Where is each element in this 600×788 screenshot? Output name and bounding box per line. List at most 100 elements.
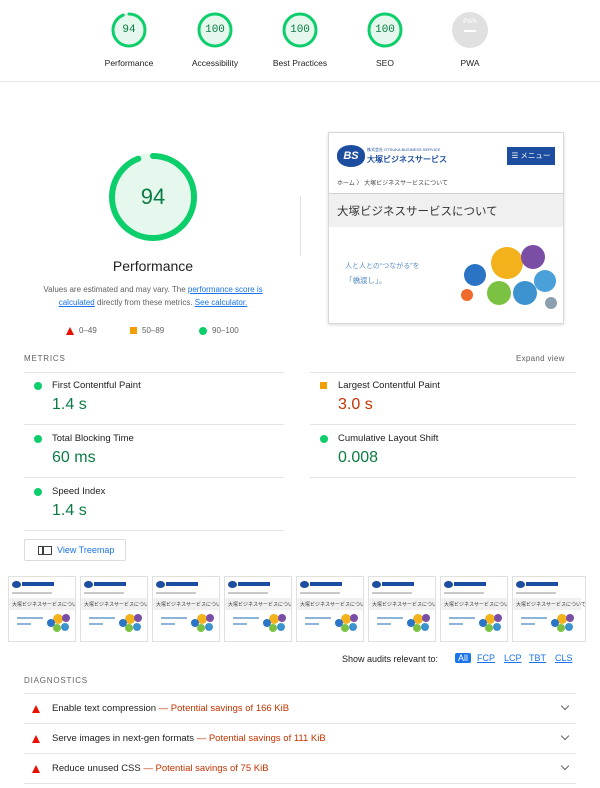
metric-tbt: Total Blocking Time 60 ms bbox=[24, 429, 284, 481]
frame-headline: 大塚ビジネスサービスについて bbox=[84, 602, 148, 608]
pwa-badge-icon: PWA bbox=[452, 12, 488, 48]
fail-triangle-icon bbox=[32, 735, 40, 743]
divider bbox=[24, 372, 284, 373]
category-label: PWA bbox=[460, 58, 480, 68]
frame-headline: 大塚ビジネスサービスについて bbox=[516, 602, 586, 608]
site-logo: BS 株式会社 OTSUKA BUSINESS SERVICE 大塚ビジネスサー… bbox=[337, 145, 449, 167]
see-calculator-link[interactable]: See calculator. bbox=[195, 298, 247, 307]
page-headline-band: 大塚ビジネスサービスについて bbox=[329, 193, 563, 227]
audit-filter-label: Show audits relevant to: bbox=[342, 654, 439, 664]
metric-value: 1.4 s bbox=[52, 396, 87, 413]
menu-button: ☰ メニュー bbox=[507, 147, 555, 165]
filter-chip-tbt[interactable]: TBT bbox=[529, 653, 546, 663]
pass-circle-icon bbox=[34, 382, 42, 390]
metric-lcp: Largest Contentful Paint 3.0 s bbox=[310, 376, 570, 428]
metric-title: Total Blocking Time bbox=[52, 433, 134, 444]
score-value: 100 bbox=[205, 24, 225, 36]
divider bbox=[24, 530, 284, 531]
audit-row-next-gen-images[interactable]: Serve images in next-gen formats — Poten… bbox=[24, 724, 576, 754]
gauge-best-practices[interactable]: 100 Best Practices bbox=[260, 12, 340, 68]
fail-triangle-icon bbox=[66, 326, 74, 335]
gauge-seo[interactable]: 100 SEO bbox=[345, 12, 425, 68]
pass-circle-icon bbox=[199, 326, 207, 335]
frame-headline: 大塚ビジネスサービスについて bbox=[444, 602, 508, 608]
audit-name: Reduce unused CSS bbox=[52, 763, 141, 774]
divider bbox=[310, 477, 576, 478]
logo-mark: BS bbox=[337, 145, 365, 167]
metric-fcp: First Contentful Paint 1.4 s bbox=[24, 376, 284, 428]
audit-row-text-compression[interactable]: Enable text compression — Potential savi… bbox=[24, 694, 576, 724]
diagnostics-heading: DIAGNOSTICS bbox=[24, 676, 88, 685]
logo-subtitle: 株式会社 OTSUKA BUSINESS SERVICE bbox=[367, 147, 441, 152]
pass-circle-icon bbox=[320, 435, 328, 443]
audit-name: Enable text compression bbox=[52, 703, 157, 714]
score-ring: 100 bbox=[367, 12, 403, 48]
legend-fail: 0–49 bbox=[66, 326, 97, 335]
legend-range: 90–100 bbox=[212, 326, 239, 335]
category-summary-bar: 94 Performance 100 Accessibility 100 Bes… bbox=[0, 0, 600, 82]
audit-title: Enable text compression — Potential savi… bbox=[52, 703, 289, 714]
chevron-down-icon[interactable] bbox=[560, 731, 570, 741]
gauge-accessibility[interactable]: 100 Accessibility bbox=[175, 12, 255, 68]
divider bbox=[310, 372, 576, 373]
audit-name: Serve images in next-gen formats bbox=[52, 733, 195, 744]
metric-value: 60 ms bbox=[52, 449, 96, 466]
audit-savings: — Potential savings of 166 KiB bbox=[158, 703, 290, 714]
performance-title: Performance bbox=[112, 258, 194, 274]
metric-cls: Cumulative Layout Shift 0.008 bbox=[310, 429, 570, 481]
filter-chip-all[interactable]: All bbox=[455, 653, 472, 663]
legend-range: 50–89 bbox=[142, 326, 165, 335]
breadcrumb: ホーム 〉 大塚ビジネスサービスについて bbox=[337, 181, 448, 187]
divider bbox=[300, 196, 301, 256]
final-screenshot[interactable]: BS 株式会社 OTSUKA BUSINESS SERVICE 大塚ビジネスサー… bbox=[328, 132, 564, 324]
filmstrip-frame: 大塚ビジネスサービスについて bbox=[368, 576, 436, 642]
divider bbox=[310, 424, 576, 425]
filmstrip-frame: 大塚ビジネスサービスについて bbox=[296, 576, 364, 642]
treemap-label: View Treemap bbox=[57, 545, 115, 555]
frame-headline: 大塚ビジネスサービスについて bbox=[12, 602, 76, 608]
treemap-icon bbox=[38, 546, 52, 555]
gauge-performance[interactable]: 94 Performance bbox=[89, 12, 169, 68]
filmstrip-frame: 大塚ビジネスサービスについて bbox=[8, 576, 76, 642]
category-label: Accessibility bbox=[191, 58, 239, 68]
audit-row-unused-css[interactable]: Reduce unused CSS — Potential savings of… bbox=[24, 754, 576, 784]
metric-value: 3.0 s bbox=[338, 396, 373, 413]
filter-chip-lcp[interactable]: LCP bbox=[504, 653, 522, 663]
filmstrip-frame: 大塚ビジネスサービスについて bbox=[152, 576, 220, 642]
legend-range: 0–49 bbox=[79, 326, 97, 335]
tagline-line-1: 人と人との“つながる”を bbox=[345, 263, 420, 270]
performance-description: Values are estimated and may vary. The p… bbox=[30, 284, 276, 309]
divider bbox=[24, 424, 284, 425]
pass-circle-icon bbox=[34, 435, 42, 443]
metric-title: Cumulative Layout Shift bbox=[338, 433, 439, 444]
gauge-pwa[interactable]: PWA PWA bbox=[430, 12, 510, 68]
metric-title: First Contentful Paint bbox=[52, 380, 141, 391]
metric-speed-index: Speed Index 1.4 s bbox=[24, 482, 284, 534]
fail-triangle-icon bbox=[32, 705, 40, 713]
frame-headline: 大塚ビジネスサービスについて bbox=[228, 602, 292, 608]
frame-headline: 大塚ビジネスサービスについて bbox=[372, 602, 436, 608]
chevron-down-icon[interactable] bbox=[560, 701, 570, 711]
average-square-icon bbox=[130, 327, 137, 334]
filmstrip: 大塚ビジネスサービスについて 大塚ビジネスサービスについて 大塚ビジネスサービス… bbox=[8, 576, 586, 642]
score-value: 100 bbox=[375, 24, 395, 36]
chevron-down-icon[interactable] bbox=[560, 761, 570, 771]
average-square-icon bbox=[320, 382, 327, 389]
page-headline: 大塚ビジネスサービスについて bbox=[337, 206, 498, 218]
view-treemap-button[interactable]: View Treemap bbox=[24, 539, 126, 561]
legend-pass: 90–100 bbox=[199, 326, 239, 335]
filter-chip-cls[interactable]: CLS bbox=[555, 653, 573, 663]
score-ring: 94 bbox=[111, 12, 147, 48]
filmstrip-frame: 大塚ビジネスサービスについて bbox=[512, 576, 586, 642]
metric-value: 0.008 bbox=[338, 449, 379, 466]
filter-chip-fcp[interactable]: FCP bbox=[477, 653, 495, 663]
tagline-line-2: 「橋渡し」。 bbox=[345, 276, 387, 285]
pwa-badge-text: PWA bbox=[463, 19, 477, 25]
expand-view-toggle[interactable]: Expand view bbox=[516, 354, 565, 363]
metric-title: Speed Index bbox=[52, 486, 106, 497]
audit-title: Serve images in next-gen formats — Poten… bbox=[52, 733, 326, 744]
desc-prefix: Values are estimated and may vary. The bbox=[43, 285, 188, 294]
divider bbox=[24, 477, 284, 478]
audit-title: Reduce unused CSS — Potential savings of… bbox=[52, 763, 269, 774]
fail-triangle-icon bbox=[32, 765, 40, 773]
